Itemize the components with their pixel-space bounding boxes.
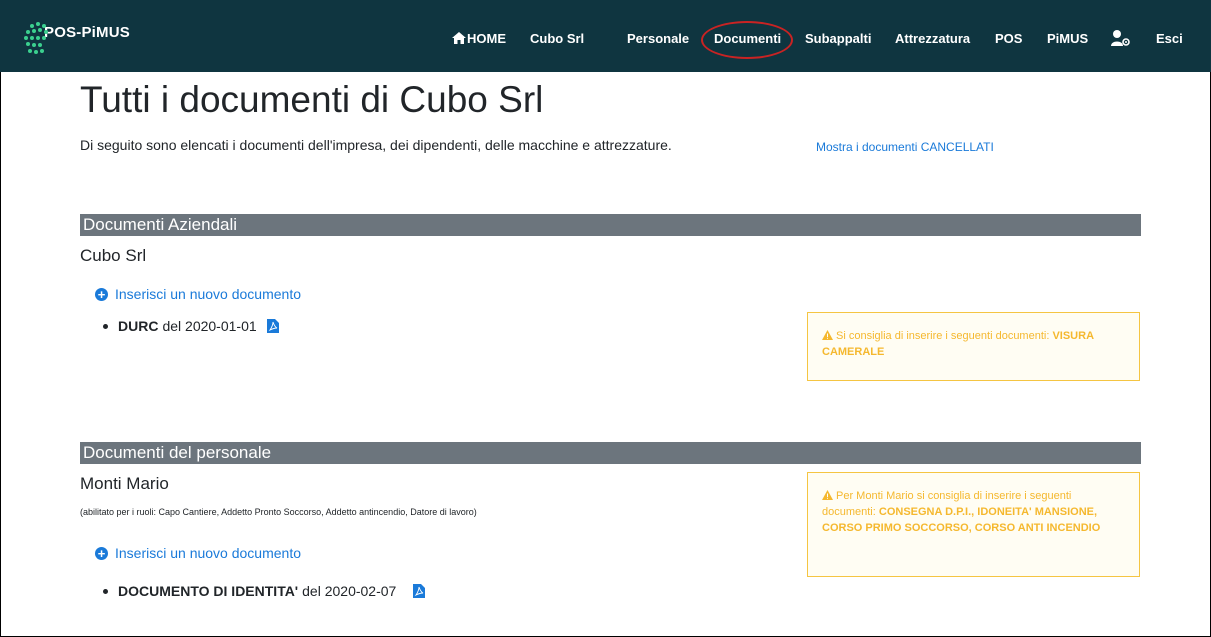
document-date: 2020-01-01 [185, 318, 257, 334]
plus-circle-icon: + [95, 546, 108, 560]
nav-personale[interactable]: Personale [627, 31, 689, 46]
page-title: Tutti i documenti di Cubo Srl [80, 79, 544, 120]
logo-dots-icon [24, 22, 56, 56]
section-company-docs: Documenti Aziendali [80, 214, 1141, 236]
alert-text: Si consiglia di inserire i seguenti docu… [836, 330, 1050, 342]
add-document-label: Inserisci un nuovo documento [115, 286, 301, 302]
staff-warning-alert: Per Monti Mario si consiglia di inserire… [807, 472, 1140, 577]
show-deleted-link[interactable]: Mostra i documenti CANCELLATI [816, 140, 994, 154]
nav-home-label: HOME [467, 31, 506, 46]
company-name: Cubo Srl [80, 246, 147, 265]
nav-pimus[interactable]: PiMUS [1047, 31, 1088, 46]
section-title: Documenti del personale [83, 443, 272, 462]
nav-attrezzatura[interactable]: Attrezzatura [895, 31, 970, 46]
add-company-document-link[interactable]: + Inserisci un nuovo documento [95, 286, 301, 302]
user-gear-icon[interactable] [1111, 29, 1131, 47]
section-title: Documenti Aziendali [83, 215, 238, 234]
list-item: DOCUMENTO DI IDENTITA' del 2020-02-07 [103, 583, 426, 599]
bullet [103, 323, 108, 329]
person-name: Monti Mario [80, 474, 169, 493]
warning-icon [822, 490, 833, 500]
bullet [103, 588, 108, 594]
document-date: 2020-02-07 [324, 583, 397, 599]
add-document-label: Inserisci un nuovo documento [115, 545, 301, 561]
pdf-file-icon[interactable] [266, 319, 279, 333]
nav-pos[interactable]: POS [995, 31, 1022, 46]
nav-documenti[interactable]: Documenti [714, 31, 781, 46]
nav-home[interactable]: HOME [452, 31, 506, 46]
pdf-file-icon[interactable] [413, 584, 426, 598]
company-warning-alert: Si consiglia di inserire i seguenti docu… [807, 312, 1140, 381]
brand-logo[interactable]: POS-PiMUS [24, 22, 130, 56]
section-staff-docs: Documenti del personale [80, 442, 1141, 464]
person-roles: (abilitato per i ruoli: Capo Cantiere, A… [80, 507, 477, 517]
nav-logout[interactable]: Esci [1156, 31, 1183, 46]
warning-icon [822, 330, 833, 340]
date-prefix: del [302, 583, 321, 599]
home-icon [452, 32, 466, 44]
brand-name: POS-PiMUS [44, 23, 130, 41]
page-lead: Di seguito sono elencati i documenti del… [80, 137, 672, 153]
document-type: DURC [118, 318, 159, 334]
add-staff-document-link[interactable]: + Inserisci un nuovo documento [95, 545, 301, 561]
nav-company[interactable]: Cubo Srl [530, 31, 584, 46]
nav-subappalti[interactable]: Subappalti [805, 31, 871, 46]
document-type: DOCUMENTO DI IDENTITA' [118, 583, 299, 599]
date-prefix: del [162, 318, 182, 334]
list-item: DURC del 2020-01-01 [103, 318, 279, 334]
navbar: POS-PiMUS HOME Cubo Srl Personale Docume… [0, 0, 1211, 72]
plus-circle-icon: + [95, 287, 108, 301]
